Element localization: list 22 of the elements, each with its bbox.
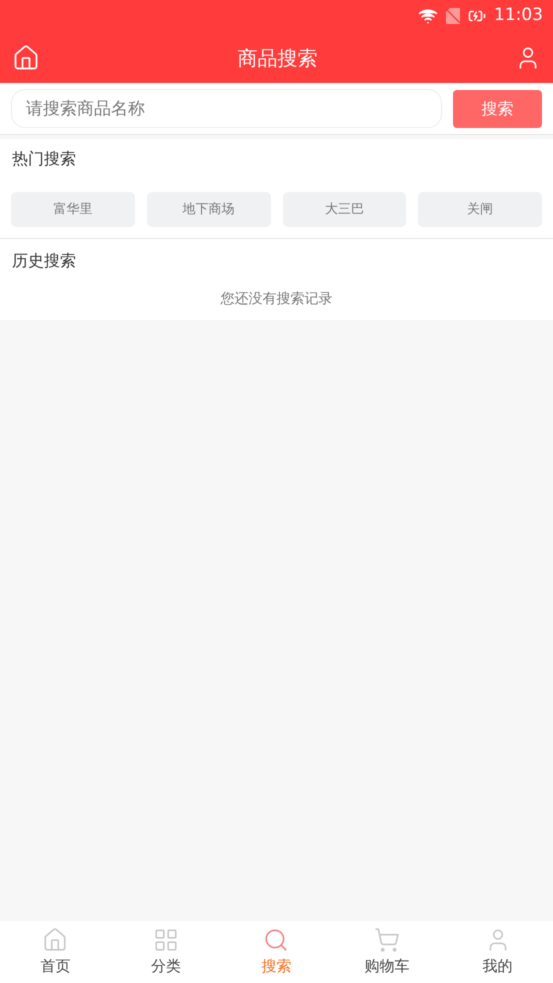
home-icon <box>42 926 68 953</box>
hot-search-tag[interactable]: 富华里 <box>11 192 135 227</box>
tab-bar-item[interactable]: 分类 <box>110 921 222 983</box>
search-icon <box>263 926 290 953</box>
page-title: 商品搜索 <box>238 44 318 72</box>
grid-icon <box>152 926 179 953</box>
tab-bar-item[interactable]: 我的 <box>442 921 553 983</box>
section-title: 热门搜索 <box>11 148 77 170</box>
search-button[interactable]: 搜索 <box>453 90 542 128</box>
hot-search-tag[interactable]: 地下商场 <box>146 192 270 227</box>
section-title: 历史搜索 <box>11 250 77 272</box>
cart-icon <box>374 926 400 953</box>
hot-search-tag[interactable]: 关闸 <box>418 192 542 227</box>
tab-bar-item[interactable]: 首页 <box>0 921 111 983</box>
empty-message: 您还没有搜索记录 <box>220 290 334 309</box>
hot-search-tag[interactable]: 大三巴 <box>282 192 406 227</box>
tab-bar-item[interactable]: 购物车 <box>332 921 442 983</box>
status-time: 11:03 <box>494 4 543 28</box>
search-field[interactable]: 请搜索商品名称 <box>11 89 442 128</box>
tab-bar-item[interactable]: 搜索 <box>221 921 332 983</box>
home-button[interactable] <box>12 44 40 72</box>
no-sim-icon <box>446 8 460 24</box>
